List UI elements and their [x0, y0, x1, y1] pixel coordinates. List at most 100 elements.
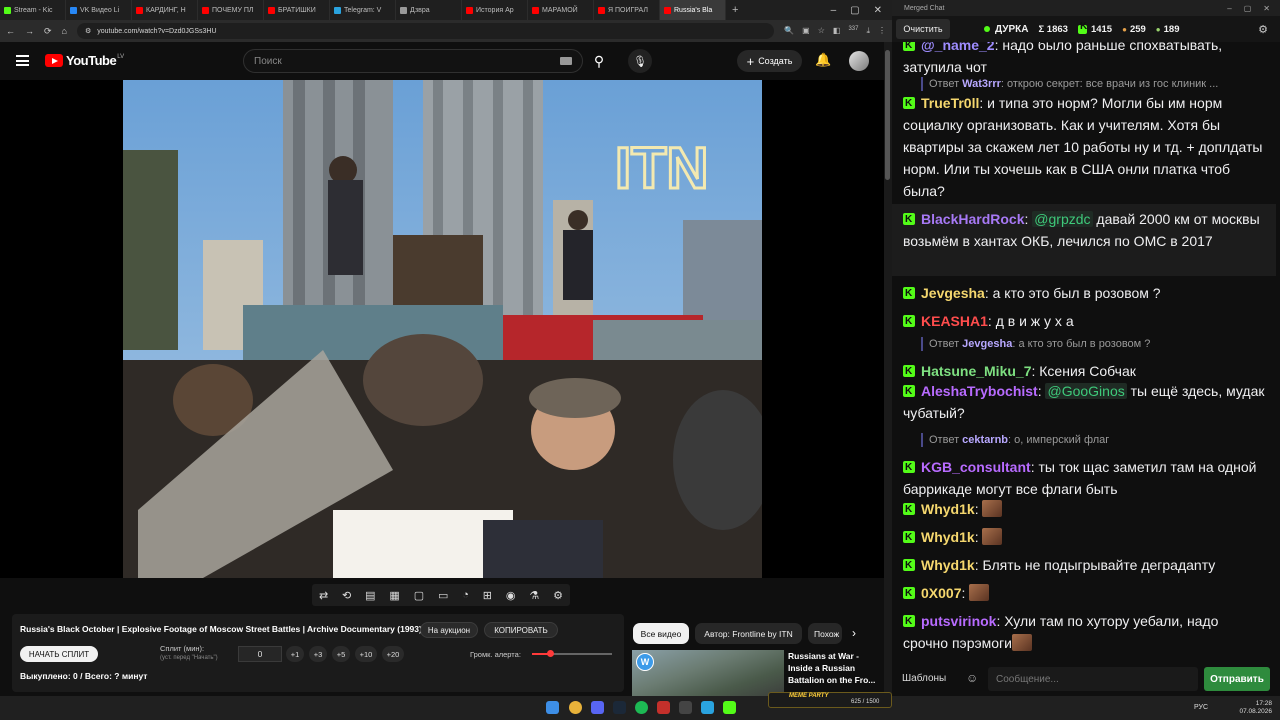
search-input[interactable]: Поиск — [243, 49, 583, 73]
filter-icon[interactable]: ⚗ — [529, 589, 539, 602]
chat-username[interactable]: TrueTr0ll — [921, 95, 979, 111]
browser-tab[interactable]: Stream - Kic — [0, 0, 66, 20]
chat-username[interactable]: 0X007 — [921, 585, 961, 601]
screenshot-icon[interactable]: ▤ — [365, 589, 375, 602]
emoji-icon[interactable]: ☺ — [966, 671, 978, 685]
split-minutes-input[interactable]: 0 — [238, 646, 282, 662]
settings-icon[interactable]: ⚙ — [553, 589, 563, 602]
telegram-icon[interactable] — [701, 701, 714, 714]
home-icon[interactable]: ⌂ — [62, 26, 67, 36]
close-icon[interactable]: ✕ — [1263, 4, 1270, 13]
pip-icon[interactable]: ⊞ — [483, 589, 492, 602]
chip-all-videos[interactable]: Все видео — [633, 623, 689, 644]
chat-username[interactable]: BlackHardRock — [921, 211, 1025, 227]
microphone-icon[interactable]: 🎙 — [628, 49, 652, 73]
chat-message[interactable]: putsvirinok: Хули там по хутору уебали, … — [903, 610, 1265, 654]
forward-icon[interactable]: → — [25, 26, 34, 36]
add-20-button[interactable]: +20 — [382, 646, 404, 662]
spotify-icon[interactable] — [635, 701, 648, 714]
browser-tab[interactable]: ПОЧЕМУ ПЛ — [198, 0, 264, 20]
site-info-icon[interactable]: ⚙ — [85, 27, 91, 35]
chat-message[interactable]: KEASHA1: д в и ж у х а — [903, 310, 1265, 333]
chip-author[interactable]: Автор: Frontline by ITN — [695, 623, 802, 644]
chat-username[interactable]: Whyd1k — [921, 557, 975, 573]
audio-icon[interactable]: ⟲ — [342, 589, 351, 602]
chat-mention[interactable]: @grpzdc — [1032, 211, 1093, 227]
address-bar[interactable]: ⚙ youtube.com/watch?v=Dzd0JGSs3HU — [76, 23, 775, 39]
related-video-thumbnail[interactable] — [632, 650, 784, 700]
copy-button[interactable]: КОПИРОВАТЬ — [484, 622, 558, 638]
chat-username[interactable]: KGB_consultant — [921, 459, 1031, 475]
menu-hamburger-icon[interactable] — [16, 55, 29, 66]
browser-tab[interactable]: БРАТИШКИ — [264, 0, 330, 20]
chat-reply-reference[interactable]: Ответ cektarnb: о, имперский флаг — [921, 433, 1109, 447]
chat-message[interactable]: 0X007: — [903, 582, 1265, 605]
chrome-icon[interactable] — [569, 701, 582, 714]
maximize-window-icon[interactable]: ▢ — [850, 5, 859, 16]
clear-chat-button[interactable]: Очистить — [896, 19, 950, 39]
minimize-window-icon[interactable]: – — [831, 5, 837, 16]
extension-icon[interactable]: ◧ — [833, 26, 841, 36]
loop-icon[interactable]: ⇄ — [319, 589, 328, 602]
chat-message[interactable]: TrueTr0ll: и типа это норм? Могли бы им … — [903, 92, 1265, 202]
chat-message[interactable]: Whyd1k: — [903, 498, 1265, 521]
reload-icon[interactable]: ⟳ — [44, 26, 52, 37]
chat-message[interactable]: Whyd1k: Блять не подыгрывайте деградanту — [903, 554, 1265, 577]
chat-message[interactable]: BlackHardRock: @grpzdc давай 2000 км от … — [903, 208, 1265, 252]
auction-button[interactable]: На аукцион — [420, 622, 478, 638]
send-button[interactable]: Отправить — [1204, 667, 1270, 691]
search-icon[interactable]: ⚲ — [585, 49, 613, 73]
new-tab-button[interactable]: + — [732, 4, 738, 16]
chip-similar[interactable]: Похож — [808, 623, 842, 644]
chat-mention[interactable]: @GooGinos — [1045, 383, 1127, 399]
message-input[interactable]: Сообщение... — [988, 667, 1198, 691]
browser-tab[interactable]: МАРАМОЙ — [528, 0, 594, 20]
discord-icon[interactable] — [591, 701, 604, 714]
chat-message[interactable]: @_name_2: надо было раньше спохватывать,… — [903, 42, 1265, 78]
chat-message[interactable]: KGB_consultant: ты ток щас заметил там н… — [903, 456, 1265, 500]
youtube-logo[interactable]: YouTube LV — [45, 53, 124, 68]
add-3-button[interactable]: +3 — [309, 646, 327, 662]
camera-icon[interactable]: ◉ — [506, 589, 516, 602]
settings-gear-icon[interactable]: ⚙ — [1258, 23, 1268, 36]
keyboard-icon[interactable] — [560, 57, 572, 65]
browser-tab[interactable]: Russia's Bla — [660, 0, 726, 20]
chat-reply-reference[interactable]: Ответ Wat3rrr: открою секрет: все врачи … — [921, 77, 1218, 91]
chat-message[interactable]: Jevgesha: а кто это был в розовом ? — [903, 282, 1265, 305]
templates-button[interactable]: Шаблоны — [902, 673, 946, 684]
page-scroll-thumb[interactable] — [885, 50, 890, 180]
chat-username[interactable]: AleshaTrybochist — [921, 383, 1038, 399]
avatar[interactable] — [849, 51, 869, 71]
minimize-icon[interactable]: – — [1227, 4, 1231, 13]
meme-party-widget[interactable]: MEME PARTY 625 / 1500 — [768, 692, 892, 708]
chat-username[interactable]: putsvirinok — [921, 613, 996, 629]
menu-icon[interactable]: ⋮ — [878, 26, 886, 36]
add-10-button[interactable]: +10 — [355, 646, 377, 662]
chat-message[interactable]: Whyd1k: — [903, 526, 1265, 549]
browser-tab[interactable]: Дзвра — [396, 0, 462, 20]
close-window-icon[interactable]: ✕ — [874, 5, 882, 16]
add-5-button[interactable]: +5 — [332, 646, 350, 662]
related-video-title[interactable]: Russians at War - Inside a Russian Batta… — [788, 650, 880, 686]
add-1-button[interactable]: +1 — [286, 646, 304, 662]
notifications-bell-icon[interactable]: 🔔 — [815, 52, 831, 68]
chat-message[interactable]: Hatsune_Miku_7: Ксения Собчак — [903, 360, 1265, 383]
kick-app-icon[interactable] — [723, 701, 736, 714]
windows-start-icon[interactable] — [546, 701, 559, 714]
chat-username[interactable]: KEASHA1 — [921, 313, 988, 329]
zoom-icon[interactable]: 🔍 — [784, 26, 794, 36]
chevron-right-icon[interactable]: › — [852, 626, 856, 640]
create-button[interactable]: + Создать — [737, 50, 802, 72]
chat-username[interactable]: Whyd1k — [921, 529, 975, 545]
video-frame[interactable]: ITN — [123, 80, 762, 578]
browser-tab[interactable]: Telegram: V — [330, 0, 396, 20]
chat-messages[interactable]: @_name_2: надо было раньше спохватывать,… — [892, 42, 1280, 662]
back-icon[interactable]: ← — [6, 26, 15, 36]
chat-username[interactable]: Jevgesha — [921, 285, 985, 301]
bookmark-star-icon[interactable]: ☆ — [818, 26, 825, 36]
chat-reply-reference[interactable]: Ответ Jevgesha: а кто это был в розовом … — [921, 337, 1150, 351]
language-indicator[interactable]: РУС — [1194, 704, 1208, 711]
steam-icon[interactable] — [613, 701, 626, 714]
crop-icon[interactable]: ▢ — [414, 589, 424, 602]
app-icon-red[interactable] — [657, 701, 670, 714]
